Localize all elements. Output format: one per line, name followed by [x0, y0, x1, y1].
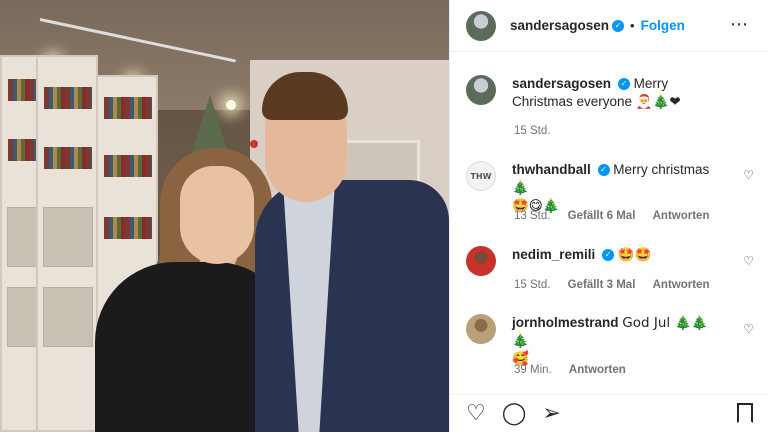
comment-like-icon[interactable]: ♡	[743, 168, 754, 182]
reply-button[interactable]: Antworten	[653, 210, 710, 222]
bookmark-icon[interactable]	[737, 403, 753, 423]
caption-avatar[interactable]	[466, 75, 496, 105]
like-heart-icon[interactable]: ♡	[466, 402, 486, 425]
post-photo[interactable]	[0, 0, 449, 432]
caption-text-block: sandersagosen ✓ Merry Christmas everyone…	[512, 75, 722, 111]
caption-emoji: 🎅🎄❤	[635, 94, 681, 110]
books	[104, 97, 152, 119]
post-sidebar: sandersagosen ✓ • Folgen ⋯ sandersagosen…	[449, 0, 768, 432]
comment-like-icon[interactable]: ♡	[743, 322, 754, 336]
verified-badge-icon: ✓	[617, 78, 630, 91]
commenter-avatar[interactable]: THW	[466, 161, 496, 191]
caption-username[interactable]: sandersagosen	[512, 76, 611, 91]
author-avatar[interactable]	[466, 10, 496, 41]
thw-logo: THW	[470, 171, 492, 181]
comment-time[interactable]: 39 Min.	[514, 364, 552, 376]
books	[104, 217, 152, 239]
books	[104, 155, 152, 177]
comment-text: 🤩🤩	[617, 247, 652, 263]
ornament	[250, 140, 258, 148]
woman-face	[180, 166, 254, 264]
glass-cabinet	[36, 55, 98, 432]
man-suit	[255, 180, 449, 432]
reply-button[interactable]: Antworten	[569, 364, 626, 376]
comment-like-icon[interactable]: ♡	[743, 254, 754, 268]
comment-meta: 15 Std. Gefällt 3 Mal Antworten	[514, 279, 709, 291]
books	[44, 87, 92, 109]
post-actions: ♡ ◯ ➢	[450, 394, 768, 432]
commenter-avatar[interactable]	[466, 314, 496, 344]
comment-time[interactable]: 13 Std.	[514, 210, 550, 222]
comment-username[interactable]: jornholmestrand	[512, 315, 619, 330]
author-username[interactable]: sandersagosen	[510, 18, 609, 33]
comment-meta: 13 Std. Gefällt 6 Mal Antworten	[514, 210, 709, 222]
comment-bubble-icon[interactable]: ◯	[502, 402, 527, 425]
commenter-avatar[interactable]	[466, 246, 496, 276]
comment: nedim_remili ✓ 🤩🤩	[466, 246, 761, 276]
comment-text-block: thwhandball ✓ Merry christmas 🎄 🤩😋🎄	[512, 161, 722, 215]
comment: jornholmestrand God Jul 🎄🎄🎄 🥰	[466, 314, 761, 368]
comment-meta: 39 Min. Antworten	[514, 364, 626, 376]
caption-time[interactable]: 15 Std.	[514, 125, 550, 137]
comment-username[interactable]: thwhandball	[512, 162, 591, 177]
follow-button[interactable]: Folgen	[641, 18, 685, 33]
comment-likes[interactable]: Gefällt 3 Mal	[568, 279, 636, 291]
header-user: sandersagosen ✓ • Folgen	[510, 18, 685, 33]
caption-meta: 15 Std.	[514, 125, 550, 137]
comment-text-block: nedim_remili ✓ 🤩🤩	[512, 246, 722, 276]
share-send-icon[interactable]: ➢	[542, 402, 560, 425]
comment-likes[interactable]: Gefällt 6 Mal	[568, 210, 636, 222]
glass-shelf	[43, 207, 93, 267]
post-caption: sandersagosen ✓ Merry Christmas everyone…	[466, 75, 761, 111]
comment-time[interactable]: 15 Std.	[514, 279, 550, 291]
comment-text-block: jornholmestrand God Jul 🎄🎄🎄 🥰	[512, 314, 722, 368]
books	[44, 147, 92, 169]
reply-button[interactable]: Antworten	[653, 279, 710, 291]
comment-username[interactable]: nedim_remili	[512, 247, 595, 262]
glass-shelf	[43, 287, 93, 347]
post-header: sandersagosen ✓ • Folgen ⋯	[450, 0, 768, 52]
verified-badge-icon: ✓	[597, 164, 610, 177]
more-options-icon[interactable]: ⋯	[730, 14, 749, 35]
verified-badge-icon: ✓	[612, 19, 625, 32]
verified-badge-icon: ✓	[602, 249, 615, 262]
separator-dot: •	[630, 18, 635, 33]
comment: THW thwhandball ✓ Merry christmas 🎄 🤩😋🎄	[466, 161, 761, 215]
